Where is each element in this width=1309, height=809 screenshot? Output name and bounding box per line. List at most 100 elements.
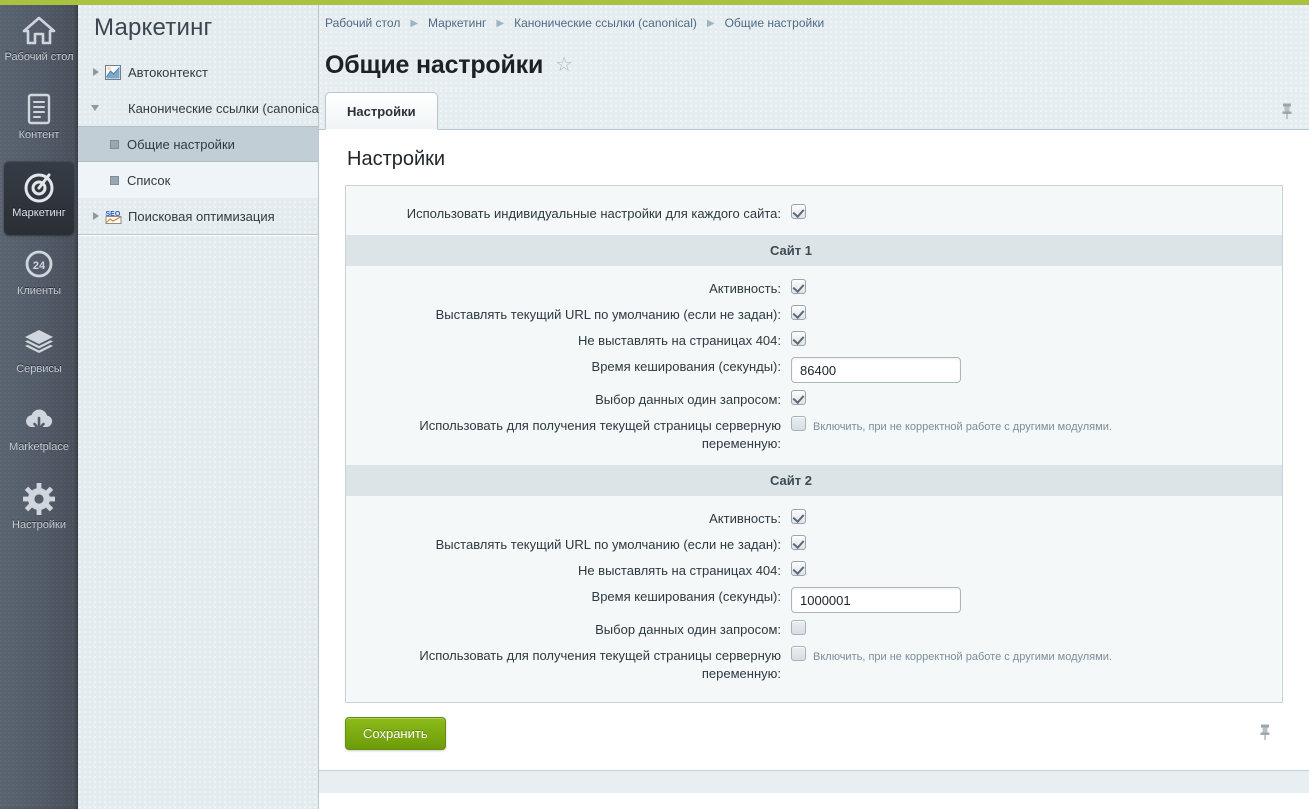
breadcrumb-separator-icon: ▶ [410, 18, 418, 29]
panel-heading: Настройки [333, 130, 1295, 185]
form-row: Время кеширования (секунды): [346, 583, 1282, 616]
rail-item-label: Сервисы [1, 363, 77, 375]
rail-item-marketplace[interactable]: Marketplace [0, 395, 78, 469]
form-row-control [791, 278, 1282, 294]
form-row-control [791, 534, 1282, 550]
settings-form: Использовать индивидуальные настройки дл… [345, 185, 1283, 703]
form-row: Использовать для получения текущей стран… [346, 412, 1282, 456]
form-row-label: Использовать для получения текущей стран… [346, 415, 791, 453]
checkbox-individual-site-settings[interactable] [791, 204, 806, 219]
checkbox[interactable] [791, 561, 806, 576]
checkbox[interactable] [791, 331, 806, 346]
save-bar: Сохранить [333, 703, 1295, 750]
sidebar-item-0[interactable]: Автоконтекст [78, 54, 318, 90]
form-row: Активность: [346, 275, 1282, 301]
pin-icon-bottom[interactable] [1257, 723, 1273, 741]
checkbox[interactable] [791, 305, 806, 320]
sidebar-item-4[interactable]: SEO Поисковая оптимизация [78, 198, 318, 234]
site-section-heading-label: Сайт 1 [346, 235, 1236, 266]
rail-item-рабочий-стол[interactable]: Рабочий стол [0, 5, 78, 79]
form-row-control [791, 560, 1282, 576]
rail-item-label: Контент [1, 129, 77, 141]
chevron-down-icon[interactable] [88, 100, 104, 116]
rail-item-label: Marketplace [1, 441, 77, 453]
form-row-hint: Включить, при не корректной работе с дру… [813, 646, 1112, 666]
form-row-label: Время кеширования (секунды): [346, 356, 791, 376]
cloud-download-icon [22, 403, 56, 439]
form-row-label: Не выставлять на страницах 404: [346, 330, 791, 350]
rail-item-клиенты[interactable]: 24Клиенты [0, 239, 78, 313]
form-row: Использовать для получения текущей стран… [346, 642, 1282, 686]
chevron-right-icon[interactable] [88, 64, 104, 80]
rail-item-контент[interactable]: Контент [0, 83, 78, 157]
form-row-control: Включить, при не корректной работе с дру… [791, 415, 1282, 436]
form-row-label: Выставлять текущий URL по умолчанию (есл… [346, 304, 791, 324]
checkbox[interactable] [791, 279, 806, 294]
form-row-control [791, 304, 1282, 320]
save-button[interactable]: Сохранить [345, 717, 446, 750]
tree-icon-placeholder [104, 100, 122, 116]
global-nav-rail: Рабочий стол Контент Маркетинг24Клиенты Сер… [0, 0, 78, 809]
form-row-label: Время кеширования (секунды): [346, 586, 791, 606]
form-row: Не выставлять на страницах 404: [346, 557, 1282, 583]
site-sections: Сайт 1 Активность: Выставлять текущий URL … [346, 235, 1282, 686]
sidebar-item-2[interactable]: Общие настройки [78, 126, 318, 162]
form-row: Выставлять текущий URL по умолчанию (есл… [346, 531, 1282, 557]
form-row-control [791, 389, 1282, 405]
form-row-control [791, 330, 1282, 346]
checkbox[interactable] [791, 416, 806, 431]
layers-icon [22, 325, 56, 361]
document-icon [24, 91, 54, 127]
form-row-control [791, 586, 1282, 613]
sidebar-item-3[interactable]: Список [78, 162, 318, 198]
chevron-right-icon[interactable] [88, 208, 104, 224]
seo-icon: SEO [104, 208, 122, 224]
form-row: Время кеширования (секунды): [346, 353, 1282, 386]
rail-item-маркетинг[interactable]: Маркетинг [4, 161, 74, 235]
site-section-heading-label: Сайт 2 [346, 465, 1236, 496]
pin-glyph [1279, 102, 1295, 120]
home-icon [22, 13, 56, 49]
breadcrumb-item-1[interactable]: Маркетинг [428, 16, 486, 30]
form-row-global: Использовать индивидуальные настройки дл… [346, 200, 1282, 226]
sidebar-item-label: Поисковая оптимизация [128, 209, 275, 224]
rail-item-настройки[interactable]: Настройки [0, 473, 78, 547]
rail-spacer [0, 547, 78, 551]
star-outline-icon[interactable]: ☆ [555, 55, 573, 75]
form-row-label: Использовать для получения текущей стран… [346, 645, 791, 683]
rail-item-сервисы[interactable]: Сервисы [0, 317, 78, 391]
form-row: Выбор данных один запросом: [346, 616, 1282, 642]
svg-text:24: 24 [33, 260, 46, 272]
global-setting-label: Использовать индивидуальные настройки дл… [346, 203, 791, 223]
pin-glyph-bottom [1257, 723, 1273, 741]
tab-strip: Настройки [319, 89, 1309, 130]
cache-time-input[interactable] [791, 357, 961, 383]
sidebar-item-label: Список [127, 173, 170, 188]
cache-time-input[interactable] [791, 587, 961, 613]
checkbox[interactable] [791, 535, 806, 550]
gear-icon [23, 481, 55, 517]
form-row-label: Выбор данных один запросом: [346, 619, 791, 639]
breadcrumb-item-2[interactable]: Канонические ссылки (canonical) [514, 16, 697, 30]
form-row-control: Включить, при не корректной работе с дру… [791, 645, 1282, 666]
site-section-heading: Сайт 2 [346, 465, 1282, 496]
pin-icon[interactable] [1279, 102, 1295, 120]
checkbox[interactable] [791, 646, 806, 661]
tree-list: АвтоконтекстКанонические ссылки (canonic… [78, 54, 318, 234]
checkbox[interactable] [791, 620, 806, 635]
form-row: Выставлять текущий URL по умолчанию (есл… [346, 301, 1282, 327]
tab-settings[interactable]: Настройки [325, 92, 438, 130]
checkbox[interactable] [791, 509, 806, 524]
breadcrumb-item-3[interactable]: Общие настройки [725, 16, 825, 30]
form-row-label: Активность: [346, 278, 791, 298]
clients-24-icon: 24 [22, 247, 56, 283]
breadcrumb-item-0[interactable]: Рабочий стол [325, 16, 400, 30]
settings-panel: Настройки Использовать индивидуальные на… [319, 130, 1309, 793]
sidebar-item-1[interactable]: Канонические ссылки (canonical) [78, 90, 318, 126]
rail-item-label: Рабочий стол [1, 51, 77, 63]
section-tree-panel: Маркетинг АвтоконтекстКанонические ссылк… [78, 0, 319, 809]
checkbox[interactable] [791, 390, 806, 405]
form-row-control [791, 508, 1282, 524]
bullet-icon [110, 140, 119, 149]
form-row-label: Выставлять текущий URL по умолчанию (есл… [346, 534, 791, 554]
